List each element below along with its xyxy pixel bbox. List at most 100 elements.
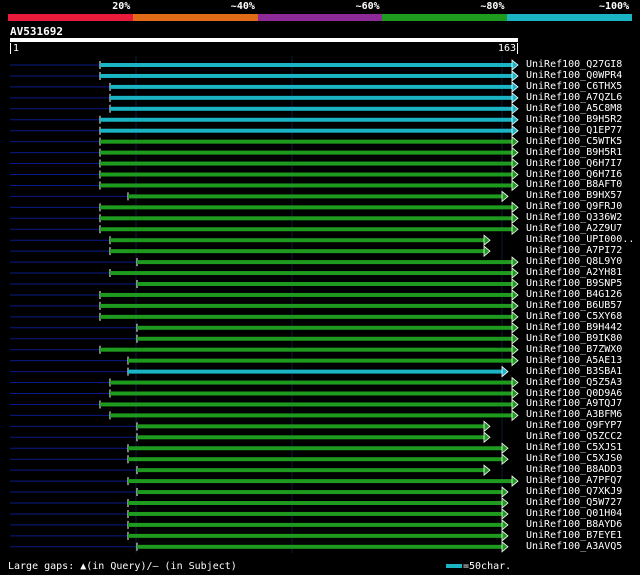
hit-label[interactable]: UniRef100_C5WTK5 [526, 136, 622, 147]
hit-bar[interactable] [128, 358, 512, 363]
hit-bar[interactable] [100, 128, 512, 133]
hit-label[interactable]: UniRef100_A3BFM6 [526, 409, 622, 420]
hit-row[interactable] [10, 59, 519, 71]
hit-row[interactable] [10, 102, 519, 115]
hit-label[interactable]: UniRef100_B9IK80 [526, 333, 622, 344]
hit-label[interactable]: UniRef100_Q9FYP7 [526, 420, 622, 431]
hit-row[interactable] [10, 409, 519, 422]
hit-label[interactable]: UniRef100_Q1EP77 [526, 125, 622, 136]
hit-label[interactable]: UniRef100_B3SBA1 [526, 366, 622, 377]
hit-row[interactable] [10, 376, 519, 389]
hit-label[interactable]: UniRef100_Q5Z5A3 [526, 377, 622, 388]
hit-bar[interactable] [137, 424, 484, 429]
hit-row[interactable] [10, 354, 519, 367]
hit-label[interactable]: UniRef100_Q0D9A6 [526, 388, 622, 399]
hit-label[interactable]: UniRef100_Q8L9Y0 [526, 256, 622, 267]
hit-label[interactable]: UniRef100_C5XJS1 [526, 442, 622, 453]
hit-label[interactable]: UniRef100_Q01H04 [526, 508, 622, 519]
hit-row[interactable] [10, 168, 519, 181]
hit-label[interactable]: UniRef100_Q336W2 [526, 212, 622, 223]
hit-bar[interactable] [137, 336, 512, 341]
hit-bar[interactable] [110, 106, 512, 111]
hit-bar[interactable] [128, 194, 502, 199]
hit-row[interactable] [10, 540, 509, 553]
hit-row[interactable] [10, 310, 519, 323]
hit-row[interactable] [10, 234, 491, 247]
hit-row[interactable] [10, 442, 509, 455]
hit-label[interactable]: UniRef100_C5XJS0 [526, 453, 622, 464]
hit-label[interactable]: UniRef100_B6UB57 [526, 300, 622, 311]
hit-row[interactable] [10, 519, 509, 531]
hit-row[interactable] [10, 267, 519, 279]
hit-label[interactable]: UniRef100_C6THX5 [526, 81, 622, 92]
hit-bar[interactable] [128, 533, 502, 538]
hit-bar[interactable] [100, 117, 512, 122]
hit-row[interactable] [10, 278, 519, 290]
hit-label[interactable]: UniRef100_Q7XKJ9 [526, 486, 622, 497]
hit-bar[interactable] [110, 271, 512, 276]
hit-row[interactable] [10, 212, 519, 225]
hit-label[interactable]: UniRef100_A3AVQ5 [526, 541, 622, 552]
hit-row[interactable] [10, 245, 491, 258]
hit-row[interactable] [10, 81, 519, 93]
hit-bar[interactable] [128, 501, 502, 505]
hit-bar[interactable] [137, 468, 484, 473]
hit-row[interactable] [10, 201, 519, 214]
hit-row[interactable] [10, 398, 519, 411]
hit-bar[interactable] [137, 544, 502, 549]
hit-bar[interactable] [100, 402, 512, 407]
hit-bar[interactable] [100, 161, 512, 166]
hit-row[interactable] [10, 146, 519, 159]
hit-bar[interactable] [110, 249, 484, 254]
hit-row[interactable] [10, 157, 519, 170]
hit-label[interactable]: UniRef100_Q9FRJ0 [526, 201, 622, 212]
hit-row[interactable] [10, 529, 509, 542]
hit-bar[interactable] [110, 238, 484, 243]
hit-bar[interactable] [128, 457, 502, 462]
hit-bar[interactable] [100, 73, 512, 78]
hit-bar[interactable] [100, 205, 512, 210]
hit-row[interactable] [10, 113, 519, 126]
hit-row[interactable] [10, 190, 509, 203]
hit-label[interactable]: UniRef100_B7EYE1 [526, 530, 622, 541]
hit-row[interactable] [10, 256, 519, 268]
hit-bar[interactable] [100, 292, 512, 297]
hit-row[interactable] [10, 475, 519, 487]
hit-row[interactable] [10, 497, 509, 509]
hit-row[interactable] [10, 453, 509, 466]
hit-label[interactable]: UniRef100_A7QZL6 [526, 92, 622, 103]
hit-bar[interactable] [128, 522, 502, 527]
hit-bar[interactable] [100, 314, 512, 319]
hit-bar[interactable] [137, 490, 502, 495]
hit-bar[interactable] [100, 347, 512, 352]
hit-bar[interactable] [100, 150, 512, 155]
hit-label[interactable]: UniRef100_B4G126 [526, 289, 622, 300]
hit-label[interactable]: UniRef100_A2Z9U7 [526, 223, 622, 234]
hit-label[interactable]: UniRef100_B8AYD6 [526, 519, 622, 530]
hit-bar[interactable] [100, 303, 512, 308]
hit-row[interactable] [10, 464, 491, 477]
hit-row[interactable] [10, 332, 519, 345]
hit-bar[interactable] [110, 380, 512, 385]
hit-bar[interactable] [128, 369, 502, 374]
hit-bar[interactable] [100, 227, 512, 232]
hit-label[interactable]: UniRef100_C5XY68 [526, 311, 622, 322]
hit-label[interactable]: UniRef100_A2YH81 [526, 267, 622, 278]
hit-bar[interactable] [110, 391, 512, 396]
hit-row[interactable] [10, 508, 509, 520]
hit-label[interactable]: UniRef100_A7PI72 [526, 245, 622, 256]
hit-label[interactable]: UniRef100_B9SNP5 [526, 278, 622, 289]
hit-label[interactable]: UniRef100_A7PFQ7 [526, 475, 622, 486]
hit-row[interactable] [10, 343, 519, 356]
hit-bar[interactable] [137, 435, 484, 440]
hit-bar[interactable] [137, 260, 512, 265]
hit-row[interactable] [10, 365, 509, 378]
hit-row[interactable] [10, 431, 491, 444]
hit-row[interactable] [10, 289, 519, 301]
hit-label[interactable]: UniRef100_Q5W727 [526, 497, 622, 508]
hit-bar[interactable] [100, 216, 512, 221]
hit-label[interactable]: UniRef100_Q6H7I7 [526, 158, 622, 169]
hit-label[interactable]: UniRef100_B9H5R1 [526, 147, 622, 158]
hit-bar[interactable] [110, 84, 512, 89]
hit-label[interactable]: UniRef100_Q27GI8 [526, 59, 622, 70]
